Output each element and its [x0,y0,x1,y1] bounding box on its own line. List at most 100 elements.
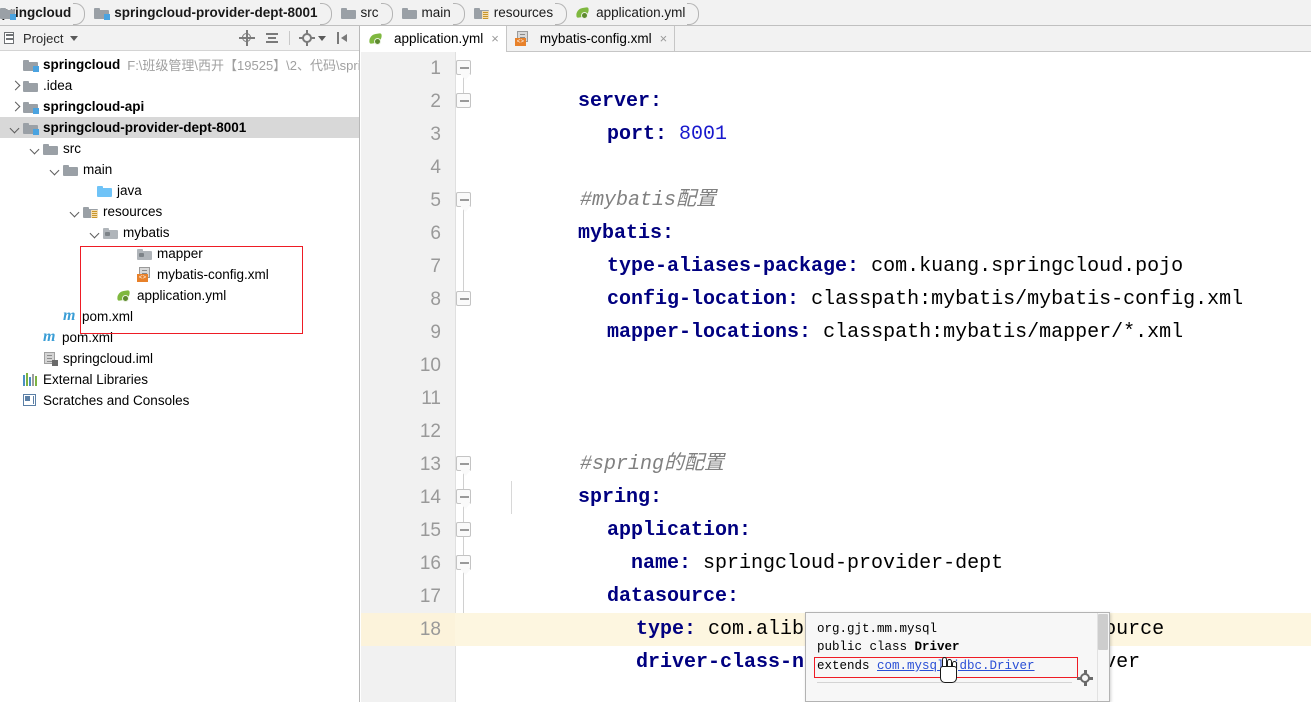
fold-marker-collapse[interactable] [456,489,471,504]
tree-row-pom-xml-module[interactable]: pom.xml [0,306,359,327]
yaml-number-value: 8001 [679,123,728,146]
breadcrumb-item-resources[interactable]: resources [468,0,570,25]
project-path-label: F:\班级管理\西开【19525】\2、代码\springbo [127,58,360,73]
tree-row-idea[interactable]: .idea [0,75,359,96]
chevron-placeholder [8,373,22,387]
code-folding-strip[interactable] [455,52,482,702]
project-panel-icon [4,31,19,45]
line-number: 6 [430,223,441,244]
module-icon [0,7,16,20]
tree-row-springcloud-api[interactable]: springcloud-api [0,96,359,117]
close-icon[interactable]: × [660,32,668,45]
line-number: 9 [430,322,441,343]
tree-item-label: mybatis [123,225,170,240]
breadcrumb-label: src [360,5,379,20]
fold-marker-collapse[interactable] [456,555,471,570]
resources-folder-icon [473,7,489,19]
code-line-6: type-aliases-package: com.kuang.springcl… [511,217,1183,278]
breadcrumb-item-module[interactable]: springcloud-provider-dept-8001 [88,0,334,25]
tree-row-resources[interactable]: resources [0,201,359,222]
gear-icon[interactable] [299,30,315,46]
package-folder-icon [103,227,118,239]
tree-row-external-libraries[interactable]: External Libraries [0,369,359,390]
external-libraries-icon [23,373,38,386]
chevron-down-icon[interactable] [68,205,82,219]
tree-row-scratches-and-consoles[interactable]: Scratches and Consoles [0,390,359,411]
tree-row-mapper[interactable]: mapper [0,243,359,264]
line-number: 18 [419,619,441,640]
breadcrumb-item-springcloud[interactable]: springcloud [0,0,88,25]
editor-area: application.yml × <> mybatis-config.xml … [361,26,1311,702]
tree-row-pom-xml-root[interactable]: pom.xml [0,327,359,348]
project-tree[interactable]: springcloud F:\班级管理\西开【19525】\2、代码\sprin… [0,51,359,411]
tree-item-label: .idea [43,78,73,93]
tree-item-label: mybatis-config.xml [157,267,269,282]
doc-scrollbar-thumb[interactable] [1098,614,1108,650]
folder-icon [63,164,78,176]
breadcrumb-separator [555,0,568,25]
scratches-icon [23,394,38,407]
doc-scrollbar[interactable] [1097,613,1109,701]
module-icon [23,122,39,135]
fold-marker-end[interactable] [456,291,471,306]
line-number: 8 [430,289,441,310]
doc-extends-line: extends com.mysql.jdbc.Driver [817,657,1035,675]
chevron-down-icon[interactable] [28,142,42,156]
close-icon[interactable]: × [491,32,499,45]
chevron-down-icon[interactable] [8,121,22,135]
breadcrumb-label: main [421,5,451,20]
tree-item-label: main [83,162,113,177]
chevron-down-icon[interactable] [70,35,79,41]
fold-marker-end[interactable] [456,93,471,108]
breadcrumb-item-file[interactable]: application.yml [570,0,702,25]
fold-marker-collapse[interactable] [456,192,471,207]
tab-application-yml[interactable]: application.yml × [361,26,507,52]
doc-superclass-link[interactable]: com.mysql.jdbc.Driver [877,659,1035,673]
fold-marker-end[interactable] [456,522,471,537]
locate-icon[interactable] [239,30,255,46]
tree-row-springcloud-iml[interactable]: springcloud.iml [0,348,359,369]
tree-row-springcloud[interactable]: springcloud F:\班级管理\西开【19525】\2、代码\sprin… [0,54,359,75]
doc-class-declaration: public class Driver [817,638,960,656]
tree-row-springcloud-provider-dept-8001[interactable]: springcloud-provider-dept-8001 [0,117,359,138]
doc-class-name: Driver [914,640,960,654]
code-text-area[interactable]: server: port: 8001 #mybatis配置 mybatis: t… [455,52,1311,702]
tree-item-label: java [117,183,142,198]
tree-row-java[interactable]: java [0,180,359,201]
gear-chevron-down-icon[interactable] [318,35,326,41]
chevron-placeholder [122,247,136,261]
code-editor[interactable]: 1 2 3 4 5 6 7 8 9 10 11 12 13 14 15 16 1… [361,52,1311,702]
line-number-gutter[interactable]: 1 2 3 4 5 6 7 8 9 10 11 12 13 14 15 16 1… [361,52,455,702]
maven-icon [63,307,77,325]
line-number: 5 [430,190,441,211]
gear-icon[interactable] [1077,670,1093,686]
tree-row-mybatis[interactable]: mybatis [0,222,359,243]
tree-row-main[interactable]: main [0,159,359,180]
fold-marker-collapse[interactable] [456,60,471,75]
tab-label: application.yml [394,31,484,46]
tree-row-application-yml[interactable]: application.yml [0,285,359,306]
tab-mybatis-config-xml[interactable]: <> mybatis-config.xml × [507,26,676,51]
maven-icon [43,328,57,346]
xml-config-icon: <> [137,267,152,282]
breadcrumb-item-main[interactable]: main [396,0,468,25]
chevron-down-icon[interactable] [48,163,62,177]
collapse-all-icon[interactable] [264,30,280,46]
hide-panel-icon[interactable] [335,30,351,46]
chevron-right-icon[interactable] [8,79,22,93]
tree-item-label: src [63,141,81,156]
chevron-placeholder [102,289,116,303]
breadcrumb-item-src[interactable]: src [335,0,396,25]
chevron-down-icon[interactable] [88,226,102,240]
documentation-popup[interactable]: org.gjt.mm.mysql public class Driver ext… [805,612,1110,702]
chevron-right-icon[interactable] [8,100,22,114]
tree-row-src[interactable]: src [0,138,359,159]
resources-folder-icon [83,206,98,218]
code-line-12: spring: [482,448,662,509]
tree-item-label: resources [103,204,163,219]
fold-marker-collapse[interactable] [456,456,471,471]
tree-row-mybatis-config-xml[interactable]: <> mybatis-config.xml [0,264,359,285]
folder-icon [43,143,58,155]
chevron-placeholder [28,352,42,366]
editor-tab-bar: application.yml × <> mybatis-config.xml … [361,26,1311,52]
